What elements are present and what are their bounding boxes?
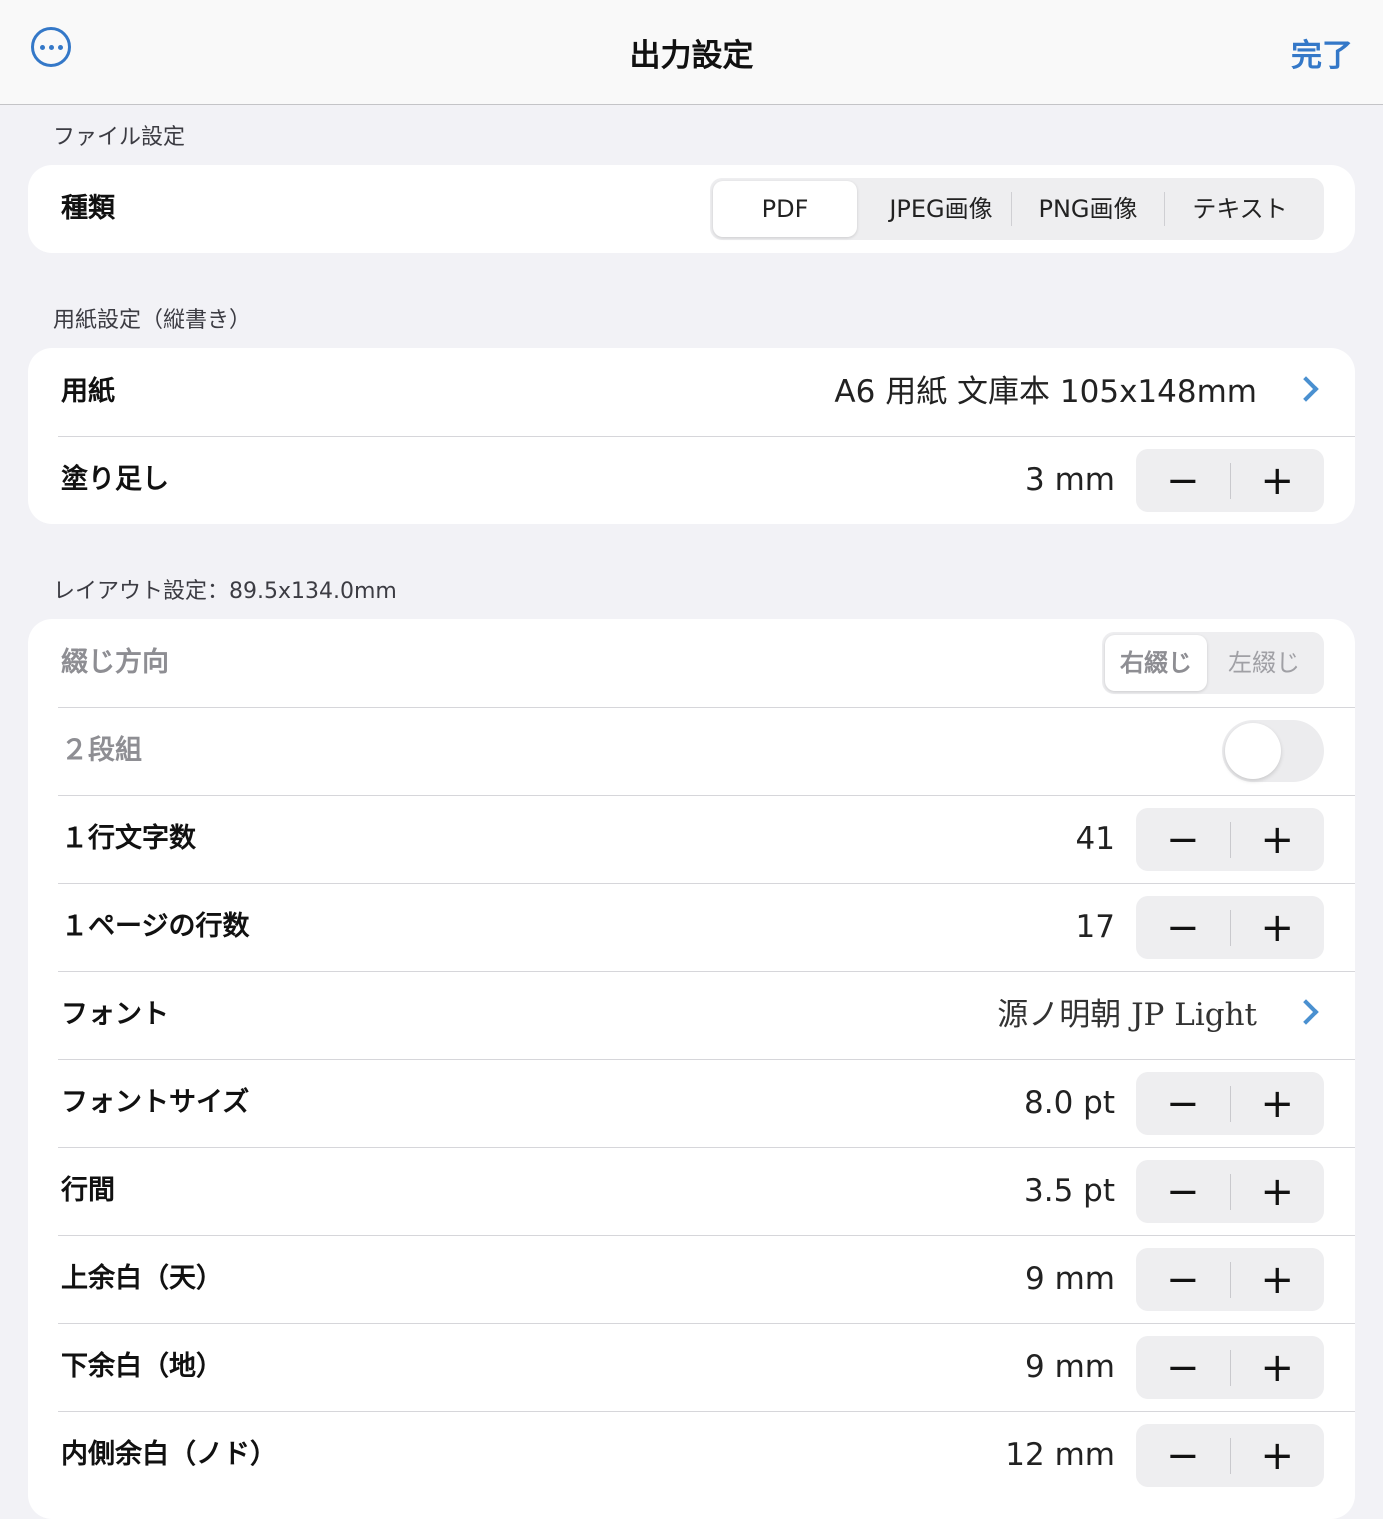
top-margin-value: 9 mm (1025, 1261, 1115, 1297)
navigation-bar: 出力設定 完了 (0, 0, 1383, 105)
two-column-toggle[interactable] (1222, 720, 1324, 782)
file-settings-header: ファイル設定 (53, 125, 186, 150)
lines-per-page-value: 17 (1075, 909, 1115, 945)
line-spacing-stepper: − + (1136, 1160, 1324, 1223)
font-size-row: フォントサイズ 8.0 pt − + (28, 1059, 1355, 1147)
lines-per-page-stepper: − + (1136, 896, 1324, 959)
plus-icon[interactable]: + (1231, 1072, 1325, 1135)
chars-per-line-stepper: − + (1136, 808, 1324, 871)
minus-icon[interactable]: − (1136, 808, 1230, 871)
plus-icon[interactable]: + (1231, 1248, 1325, 1311)
line-spacing-row: 行間 3.5 pt − + (28, 1147, 1355, 1235)
chars-per-line-label: １行文字数 (61, 823, 196, 854)
bleed-row: 塗り足し 3 mm − + (28, 436, 1355, 524)
top-margin-row: 上余白（天） 9 mm − + (28, 1235, 1355, 1323)
bleed-value: 3 mm (1025, 462, 1115, 498)
two-column-row: ２段組 (28, 707, 1355, 795)
file-type-segmented-control[interactable]: PDF JPEG画像 PNG画像 テキスト (710, 178, 1324, 240)
two-column-label: ２段組 (61, 735, 142, 766)
top-margin-stepper: − + (1136, 1248, 1324, 1311)
layout-settings-card: 綴じ方向 右綴じ 左綴じ ２段組 １行文字数 41 − + １ページの行数 17… (28, 619, 1355, 1519)
inner-margin-stepper: − + (1136, 1424, 1324, 1487)
line-spacing-value: 3.5 pt (1024, 1173, 1115, 1209)
minus-icon[interactable]: − (1136, 449, 1230, 512)
segment-left-binding[interactable]: 左綴じ (1207, 635, 1321, 691)
lines-per-page-label: １ページの行数 (61, 911, 250, 942)
bleed-label: 塗り足し (61, 464, 169, 495)
plus-icon[interactable]: + (1231, 1160, 1325, 1223)
top-margin-label: 上余白（天） (61, 1263, 223, 1294)
minus-icon[interactable]: − (1136, 896, 1230, 959)
inner-margin-value: 12 mm (1005, 1437, 1115, 1473)
font-size-stepper: − + (1136, 1072, 1324, 1135)
bottom-margin-value: 9 mm (1025, 1349, 1115, 1385)
bleed-stepper: − + (1136, 449, 1324, 512)
font-value: 源ノ明朝 JP Light (997, 997, 1257, 1033)
segment-right-binding[interactable]: 右綴じ (1105, 635, 1207, 691)
chevron-right-icon (1293, 376, 1319, 402)
plus-icon[interactable]: + (1231, 808, 1325, 871)
file-settings-card: 種類 PDF JPEG画像 PNG画像 テキスト (28, 165, 1355, 253)
plus-icon[interactable]: + (1231, 1336, 1325, 1399)
segment-jpeg[interactable]: JPEG画像 (871, 181, 1011, 237)
segment-pdf[interactable]: PDF (713, 181, 857, 237)
binding-row: 綴じ方向 右綴じ 左綴じ (28, 619, 1355, 707)
minus-icon[interactable]: − (1136, 1160, 1230, 1223)
paper-row[interactable]: 用紙 A6 用紙 文庫本 105x148mm (28, 348, 1355, 436)
paper-settings-header: 用紙設定（縦書き） (53, 308, 252, 333)
bottom-margin-stepper: − + (1136, 1336, 1324, 1399)
layout-settings-header: レイアウト設定：89.5x134.0mm (53, 579, 397, 604)
minus-icon[interactable]: − (1136, 1072, 1230, 1135)
bottom-margin-label: 下余白（地） (61, 1351, 223, 1382)
chevron-right-icon (1293, 999, 1319, 1025)
file-type-row: 種類 PDF JPEG画像 PNG画像 テキスト (28, 165, 1355, 253)
minus-icon[interactable]: − (1136, 1248, 1230, 1311)
segment-text[interactable]: テキスト (1165, 181, 1315, 237)
paper-label: 用紙 (61, 376, 115, 407)
binding-segmented-control[interactable]: 右綴じ 左綴じ (1102, 632, 1324, 694)
bottom-margin-row: 下余白（地） 9 mm − + (28, 1323, 1355, 1411)
page-title: 出力設定 (629, 38, 754, 74)
font-size-label: フォントサイズ (61, 1087, 250, 1118)
done-button[interactable]: 完了 (1291, 30, 1353, 75)
paper-settings-card: 用紙 A6 用紙 文庫本 105x148mm 塗り足し 3 mm − + (28, 348, 1355, 524)
file-type-label: 種類 (61, 193, 115, 224)
binding-label: 綴じ方向 (61, 647, 169, 678)
chars-per-line-value: 41 (1075, 821, 1115, 857)
lines-per-page-row: １ページの行数 17 − + (28, 883, 1355, 971)
segment-png[interactable]: PNG画像 (1012, 181, 1164, 237)
minus-icon[interactable]: − (1136, 1424, 1230, 1487)
plus-icon[interactable]: + (1231, 449, 1325, 512)
plus-icon[interactable]: + (1231, 1424, 1325, 1487)
inner-margin-row: 内側余白（ノド） 12 mm − + (28, 1411, 1355, 1499)
chars-per-line-row: １行文字数 41 − + (28, 795, 1355, 883)
font-label: フォント (61, 999, 169, 1030)
font-size-value: 8.0 pt (1024, 1085, 1115, 1121)
plus-icon[interactable]: + (1231, 896, 1325, 959)
font-row[interactable]: フォント 源ノ明朝 JP Light (28, 971, 1355, 1059)
line-spacing-label: 行間 (61, 1175, 115, 1206)
paper-value: A6 用紙 文庫本 105x148mm (834, 374, 1257, 410)
inner-margin-label: 内側余白（ノド） (61, 1439, 277, 1470)
minus-icon[interactable]: − (1136, 1336, 1230, 1399)
